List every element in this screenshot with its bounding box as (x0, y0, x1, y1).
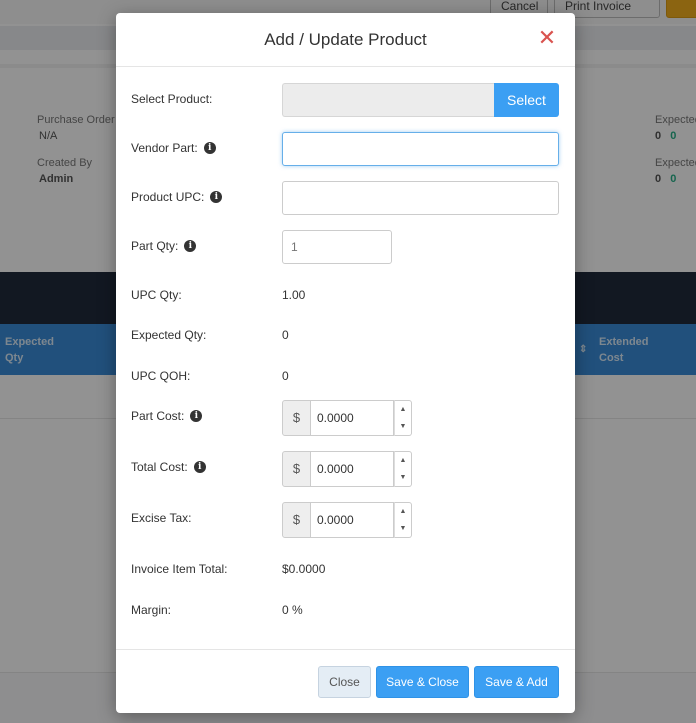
info-icon[interactable]: i (184, 240, 197, 252)
part-qty-label: Part Qty: i (131, 239, 197, 253)
upc-qty-value: 1.00 (282, 288, 306, 302)
invoice-item-total-value: $0.0000 (282, 562, 326, 576)
vendor-part-label-text: Vendor Part: (131, 141, 198, 155)
upc-qoh-label: UPC QOH: (131, 369, 191, 383)
total-cost-label: Total Cost: i (131, 460, 206, 474)
excise-tax-input-group: $ 0.0000 ▲ ▼ (282, 502, 412, 538)
selected-product-display (282, 83, 494, 117)
invoice-item-total-label: Invoice Item Total: (131, 562, 228, 576)
select-product-label: Select Product: (131, 92, 212, 106)
part-cost-label: Part Cost: i (131, 409, 203, 423)
part-cost-input[interactable]: 0.0000 (311, 400, 394, 436)
spin-down-icon[interactable]: ▼ (395, 418, 411, 435)
part-cost-label-text: Part Cost: (131, 409, 185, 423)
save-and-close-button[interactable]: Save & Close (376, 666, 469, 698)
info-icon[interactable]: i (203, 142, 216, 154)
info-icon[interactable]: i (193, 461, 206, 473)
product-upc-label: Product UPC: i (131, 190, 223, 204)
save-and-add-button[interactable]: Save & Add (474, 666, 559, 698)
upc-qty-label: UPC Qty: (131, 288, 182, 302)
product-upc-label-text: Product UPC: (131, 190, 205, 204)
select-product-button[interactable]: Select (494, 83, 559, 117)
add-update-product-modal: Add / Update Product ✕ Select Product: S… (116, 13, 575, 713)
excise-tax-input[interactable]: 0.0000 (311, 502, 394, 538)
expected-qty-value: 0 (282, 328, 289, 342)
info-icon[interactable]: i (190, 410, 203, 422)
spin-up-icon[interactable]: ▲ (395, 401, 411, 418)
margin-label: Margin: (131, 603, 172, 617)
number-spinner: ▲ ▼ (394, 400, 412, 436)
close-button[interactable]: Close (318, 666, 371, 698)
info-icon[interactable]: i (210, 191, 223, 203)
currency-addon: $ (282, 502, 311, 538)
margin-value: 0 % (282, 603, 303, 617)
number-spinner: ▲ ▼ (394, 451, 412, 487)
currency-addon: $ (282, 451, 311, 487)
currency-addon: $ (282, 400, 311, 436)
total-cost-input[interactable]: 0.0000 (311, 451, 394, 487)
part-qty-input[interactable] (282, 230, 392, 264)
vendor-part-input[interactable] (282, 132, 559, 166)
expected-qty-label: Expected Qty: (131, 328, 207, 342)
total-cost-input-group: $ 0.0000 ▲ ▼ (282, 451, 412, 487)
number-spinner: ▲ ▼ (394, 502, 412, 538)
spin-up-icon[interactable]: ▲ (395, 452, 411, 469)
upc-qoh-value: 0 (282, 369, 289, 383)
total-cost-label-text: Total Cost: (131, 460, 188, 474)
select-product-label-text: Select Product: (131, 92, 213, 106)
spin-up-icon[interactable]: ▲ (395, 503, 411, 520)
spin-down-icon[interactable]: ▼ (395, 469, 411, 486)
modal-header: Add / Update Product ✕ (116, 13, 575, 67)
modal-footer: Close Save & Close Save & Add (116, 649, 575, 713)
spin-down-icon[interactable]: ▼ (395, 520, 411, 537)
close-icon[interactable]: ✕ (536, 27, 558, 49)
part-cost-input-group: $ 0.0000 ▲ ▼ (282, 400, 412, 436)
vendor-part-label: Vendor Part: i (131, 141, 216, 155)
part-qty-label-text: Part Qty: (131, 239, 179, 253)
product-upc-input[interactable] (282, 181, 559, 215)
modal-title: Add / Update Product (264, 30, 427, 49)
excise-tax-label: Excise Tax: (131, 511, 192, 525)
